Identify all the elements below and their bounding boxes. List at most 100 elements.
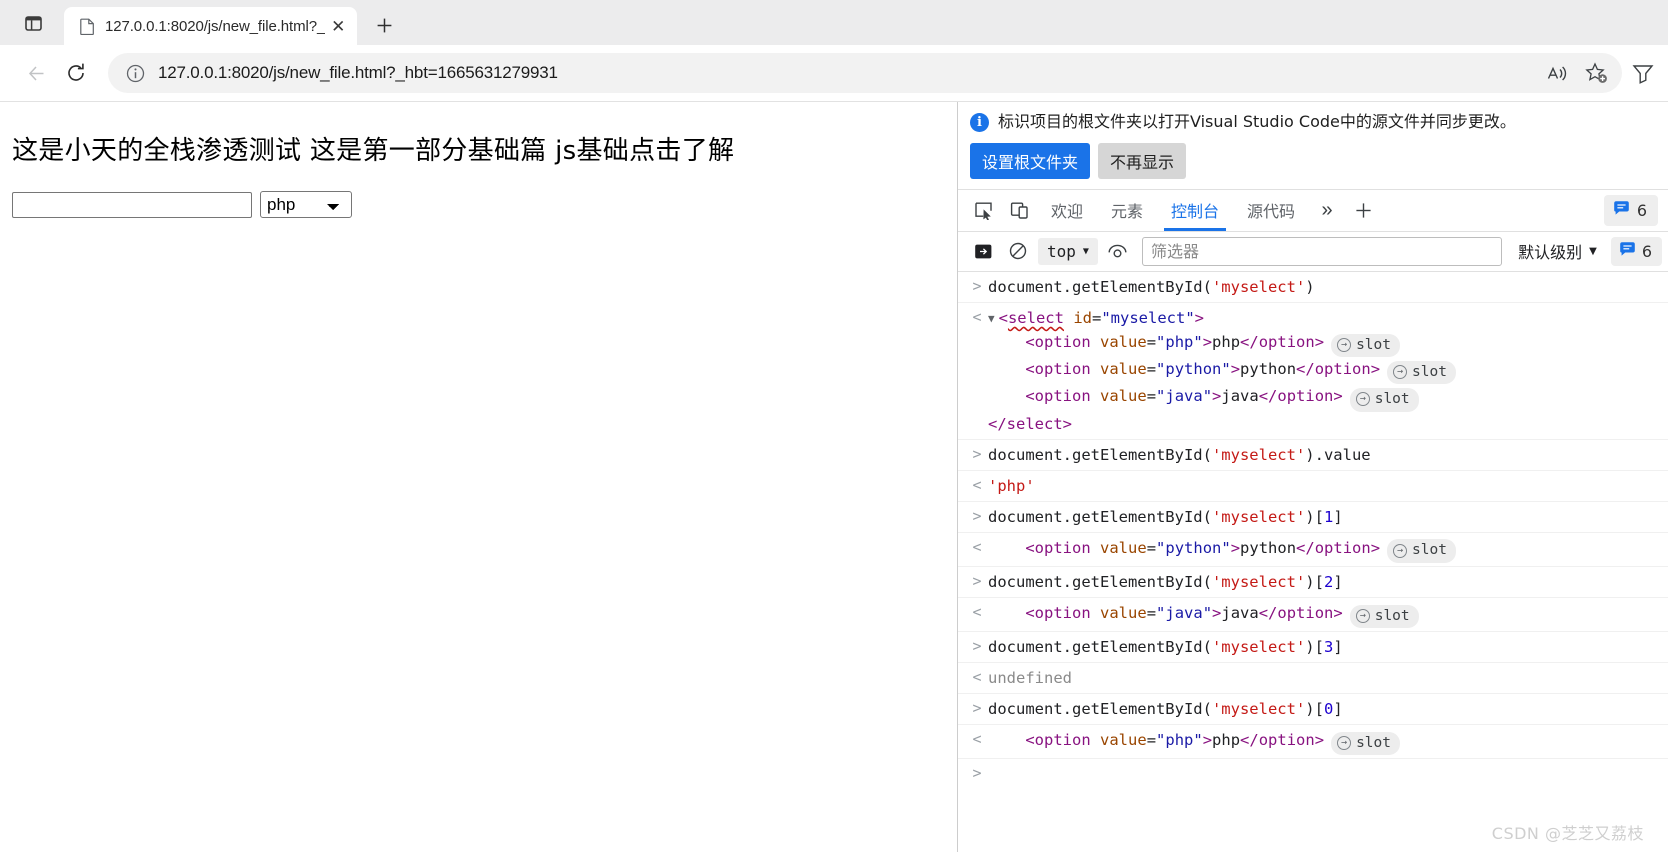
console-token: > (1202, 731, 1213, 750)
console-token: > (1314, 731, 1325, 750)
slot-label: slot (1356, 734, 1391, 751)
arrow-right-circle-icon: → (1393, 365, 1408, 380)
console-token: document.getElementById( (988, 507, 1212, 526)
console-token: = (1146, 538, 1157, 557)
new-tab-button[interactable] (366, 8, 402, 42)
infobar-message: 标识项目的根文件夹以打开Visual Studio Code中的源文件并同步更改… (998, 112, 1516, 131)
tab-elements[interactable]: 元素 (1098, 189, 1156, 231)
set-root-folder-button[interactable]: 设置根文件夹 (970, 142, 1091, 179)
slot-chip[interactable]: → slot (1349, 604, 1419, 629)
console-token: "java" (1156, 387, 1213, 406)
console-token: < (998, 308, 1008, 327)
device-toolbar-icon[interactable] (1002, 194, 1036, 226)
console-input-row[interactable]: > document.getElementById('myselect').val… (958, 440, 1668, 471)
console-token: </ (1240, 731, 1259, 750)
console-output-line: <option value="java">java</option> → slot (988, 384, 1660, 412)
address-bar[interactable]: 127.0.0.1:8020/js/new_file.html?_hbt=166… (108, 53, 1622, 93)
tab-strip: 127.0.0.1:8020/js/new_file.html?_ ✕ (0, 0, 1668, 45)
content-area: 这是小天的全栈渗透测试 这是第一部分基础篇 js基础点击了解 php pytho… (0, 101, 1668, 852)
browser-toolbar: 127.0.0.1:8020/js/new_file.html?_hbt=166… (0, 45, 1668, 101)
browser-tab[interactable]: 127.0.0.1:8020/js/new_file.html?_ ✕ (64, 7, 358, 45)
inspect-element-icon[interactable] (966, 194, 1000, 226)
text-input[interactable] (12, 191, 252, 218)
slot-chip[interactable]: → slot (1331, 333, 1400, 358)
console-token: ] (1333, 638, 1343, 657)
address-bar-url[interactable]: 127.0.0.1:8020/js/new_file.html?_hbt=166… (158, 63, 1538, 83)
console-token: 'php' (988, 476, 1035, 495)
console-input-row[interactable]: > document.getElementById('myselect')[2] (958, 567, 1668, 598)
console-input-marker: > (972, 699, 982, 718)
console-output-row[interactable]: < <option value="php">php</option> → slot (958, 725, 1668, 760)
console-output-line: <option value="python">python</option> → s… (988, 357, 1660, 385)
console-token: > (1333, 603, 1343, 622)
tab-sources[interactable]: 源代码 (1234, 189, 1308, 231)
console-output-line: ▼ <select id="myselect"> (988, 306, 1660, 330)
info-circle-icon[interactable] (122, 60, 148, 86)
console-token: select (1006, 414, 1063, 433)
console-input-row[interactable]: > document.getElementById('myselect')[3] (958, 632, 1668, 664)
read-aloud-icon[interactable] (1538, 56, 1576, 90)
add-panel-icon[interactable] (1346, 194, 1380, 226)
console-token: )[ (1305, 700, 1324, 719)
arrow-right-circle-icon: → (1355, 608, 1370, 623)
slot-chip[interactable]: → slot (1387, 360, 1456, 385)
console-token (1091, 731, 1100, 749)
tab-list-icon[interactable] (10, 4, 56, 42)
console-prompt-row[interactable]: > (958, 759, 1668, 789)
console-token: = (1146, 360, 1157, 379)
console-token: > (1062, 414, 1073, 433)
console-token: < (1025, 332, 1035, 351)
console-token: ) (1305, 277, 1315, 296)
back-button[interactable] (16, 53, 56, 93)
console-filter-input[interactable] (1141, 236, 1503, 266)
expand-triangle-icon[interactable]: ▼ (988, 310, 995, 327)
console-input-row[interactable]: > document.getElementById('myselect')[1] (958, 502, 1668, 533)
slot-chip[interactable]: → slot (1349, 388, 1419, 412)
console-result: <option value="java">java</option> → slot (988, 601, 1660, 629)
dont-show-again-button[interactable]: 不再显示 (1098, 142, 1187, 179)
console-input-marker: > (972, 637, 982, 656)
language-select[interactable]: php python java (260, 191, 352, 218)
console-token: php (1212, 332, 1241, 351)
console-log-area[interactable]: > document.getElementById('myselect') < ▼ <s… (958, 271, 1668, 852)
console-input-row[interactable]: > document.getElementById('myselect') (958, 272, 1668, 303)
browser-window: 127.0.0.1:8020/js/new_file.html?_ ✕ 127.… (0, 0, 1668, 852)
console-output-row[interactable]: < undefined (958, 663, 1668, 695)
close-icon[interactable]: ✕ (325, 13, 351, 39)
console-output-row[interactable]: < 'php' (958, 471, 1668, 502)
console-result: <option value="python">python</option> → s… (988, 536, 1660, 563)
console-output-row[interactable]: < <option value="python">python</option>… (958, 533, 1668, 567)
console-token (1091, 387, 1100, 405)
clear-console-icon[interactable] (1003, 237, 1033, 265)
more-tabs-icon[interactable]: » (1310, 194, 1344, 226)
slot-chip[interactable]: → slot (1331, 731, 1400, 756)
console-token: option (1034, 538, 1091, 557)
execution-context-selector[interactable]: top ▼ (1038, 237, 1098, 265)
console-token: option (1314, 538, 1371, 557)
console-token: php (1212, 731, 1241, 750)
console-token: > (1314, 332, 1325, 351)
console-prompt-input[interactable] (988, 762, 1660, 786)
console-result: 'php' (988, 474, 1660, 498)
console-output-row[interactable]: < <option value="java">java</option> → slo… (958, 598, 1668, 633)
message-count: 6 (1641, 241, 1652, 261)
live-expression-eye-icon[interactable] (1103, 237, 1133, 265)
slot-chip[interactable]: → slot (1387, 539, 1456, 563)
console-token: > (1202, 332, 1213, 351)
add-favorite-star-icon[interactable] (1578, 56, 1616, 90)
console-token: </ (1258, 387, 1278, 406)
message-count-badge-tabbar[interactable]: 6 (1603, 194, 1658, 226)
reload-button[interactable] (56, 53, 96, 93)
console-token: = (1146, 332, 1157, 351)
tab-console[interactable]: 控制台 (1158, 189, 1232, 232)
message-count-badge-console[interactable]: 6 (1610, 236, 1662, 266)
console-sidebar-icon[interactable] (968, 237, 998, 265)
console-input-row[interactable]: > document.getElementById('myselect')[0] (958, 694, 1668, 726)
tab-welcome[interactable]: 欢迎 (1038, 189, 1096, 231)
console-token: document.getElementById( (988, 572, 1212, 591)
console-token: value (1100, 538, 1147, 557)
omnibox-actions (1538, 56, 1616, 90)
console-output-row[interactable]: < ▼ <select id="myselect"> <option value="… (958, 303, 1668, 440)
log-level-selector[interactable]: 默认级别 ▼ (1511, 235, 1604, 267)
collections-icon[interactable] (1632, 56, 1658, 90)
